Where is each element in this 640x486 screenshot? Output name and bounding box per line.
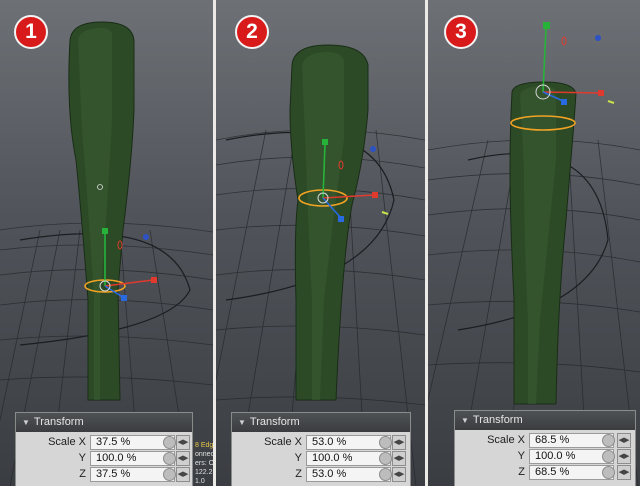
stepper-arrows-icon[interactable]: ◀▶ xyxy=(176,451,190,466)
step-badge-1: 1 xyxy=(14,15,48,49)
stepper-arrows-icon[interactable]: ◀▶ xyxy=(392,435,406,450)
scale-z-row: Z 37.5 % ◀▶ xyxy=(16,467,192,482)
transform-collapse-icon[interactable]: ▼ xyxy=(461,411,469,430)
reset-dot-icon[interactable] xyxy=(602,434,615,447)
scale-x-label: Scale X xyxy=(487,434,525,446)
transform-collapse-icon[interactable]: ▼ xyxy=(238,413,246,432)
stepper-arrows-icon[interactable]: ◀▶ xyxy=(176,435,190,450)
transform-collapse-icon[interactable]: ▼ xyxy=(22,413,30,432)
scale-z-label: Z xyxy=(79,468,86,480)
scale-y-label: Y xyxy=(294,452,302,464)
transform-panel: ▼ Transform Scale X 68.5 % ◀▶ Y 100.0 % ◀… xyxy=(454,410,636,486)
stepper-arrows-icon[interactable]: ◀▶ xyxy=(392,467,406,482)
transform-header[interactable]: ▼ Transform xyxy=(16,413,192,432)
stepper-arrows-icon[interactable]: ◀▶ xyxy=(392,451,406,466)
scale-x-row: Scale X 37.5 % ◀▶ xyxy=(16,435,192,450)
scale-x-label: Scale X xyxy=(48,436,86,448)
transform-panel: ▼ Transform Scale X 53.0 % ◀▶ Y 100.0 % ◀… xyxy=(231,412,411,486)
reset-dot-icon[interactable] xyxy=(163,468,176,481)
reset-dot-icon[interactable] xyxy=(379,452,392,465)
scale-y-label: Y xyxy=(517,450,525,462)
scale-y-label: Y xyxy=(78,452,86,464)
scale-z-row: Z 68.5 % ◀▶ xyxy=(455,465,635,480)
transform-header[interactable]: ▼ Transform xyxy=(232,413,410,432)
transform-header[interactable]: ▼ Transform xyxy=(455,411,635,430)
scale-y-row: Y 100.0 % ◀▶ xyxy=(16,451,192,466)
reset-dot-icon[interactable] xyxy=(602,466,615,479)
stepper-arrows-icon[interactable]: ◀▶ xyxy=(617,449,631,464)
reset-dot-icon[interactable] xyxy=(602,450,615,463)
reset-dot-icon[interactable] xyxy=(379,436,392,449)
scale-x-row: Scale X 53.0 % ◀▶ xyxy=(232,435,410,450)
scale-y-row: Y 100.0 % ◀▶ xyxy=(455,449,635,464)
scale-z-row: Z 53.0 % ◀▶ xyxy=(232,467,410,482)
scale-y-row: Y 100.0 % ◀▶ xyxy=(232,451,410,466)
scale-z-label: Z xyxy=(518,466,525,478)
move-gizmo-icon[interactable] xyxy=(535,22,615,105)
step-badge-3: 3 xyxy=(444,15,478,49)
scale-x-label: Scale X xyxy=(264,436,302,448)
reset-dot-icon[interactable] xyxy=(163,452,176,465)
stepper-arrows-icon[interactable]: ◀▶ xyxy=(617,465,631,480)
reset-dot-icon[interactable] xyxy=(163,436,176,449)
transform-panel: ▼ Transform Scale X 37.5 % ◀▶ Y 100.0 % ◀… xyxy=(15,412,193,486)
viewport-panel-3[interactable]: 3 ▼ Transform Scale X 68.5 % ◀▶ Y 100.0 %… xyxy=(428,0,640,486)
viewport-panel-1[interactable]: 1 8 Edgonnecters: Of122.21.0 ▼Transform … xyxy=(0,0,213,486)
stepper-arrows-icon[interactable]: ◀▶ xyxy=(617,433,631,448)
step-badge-2: 2 xyxy=(235,15,269,49)
scale-x-row: Scale X 68.5 % ◀▶ xyxy=(455,433,635,448)
side-info-text: 8 Edgonnecters: Of122.21.0 xyxy=(195,442,213,485)
scale-z-label: Z xyxy=(295,468,302,480)
viewport-panel-2[interactable]: 2 ▼ Transform Scale X 53.0 % ◀▶ Y 100.0 %… xyxy=(216,0,425,486)
reset-dot-icon[interactable] xyxy=(379,468,392,481)
stepper-arrows-icon[interactable]: ◀▶ xyxy=(176,467,190,482)
